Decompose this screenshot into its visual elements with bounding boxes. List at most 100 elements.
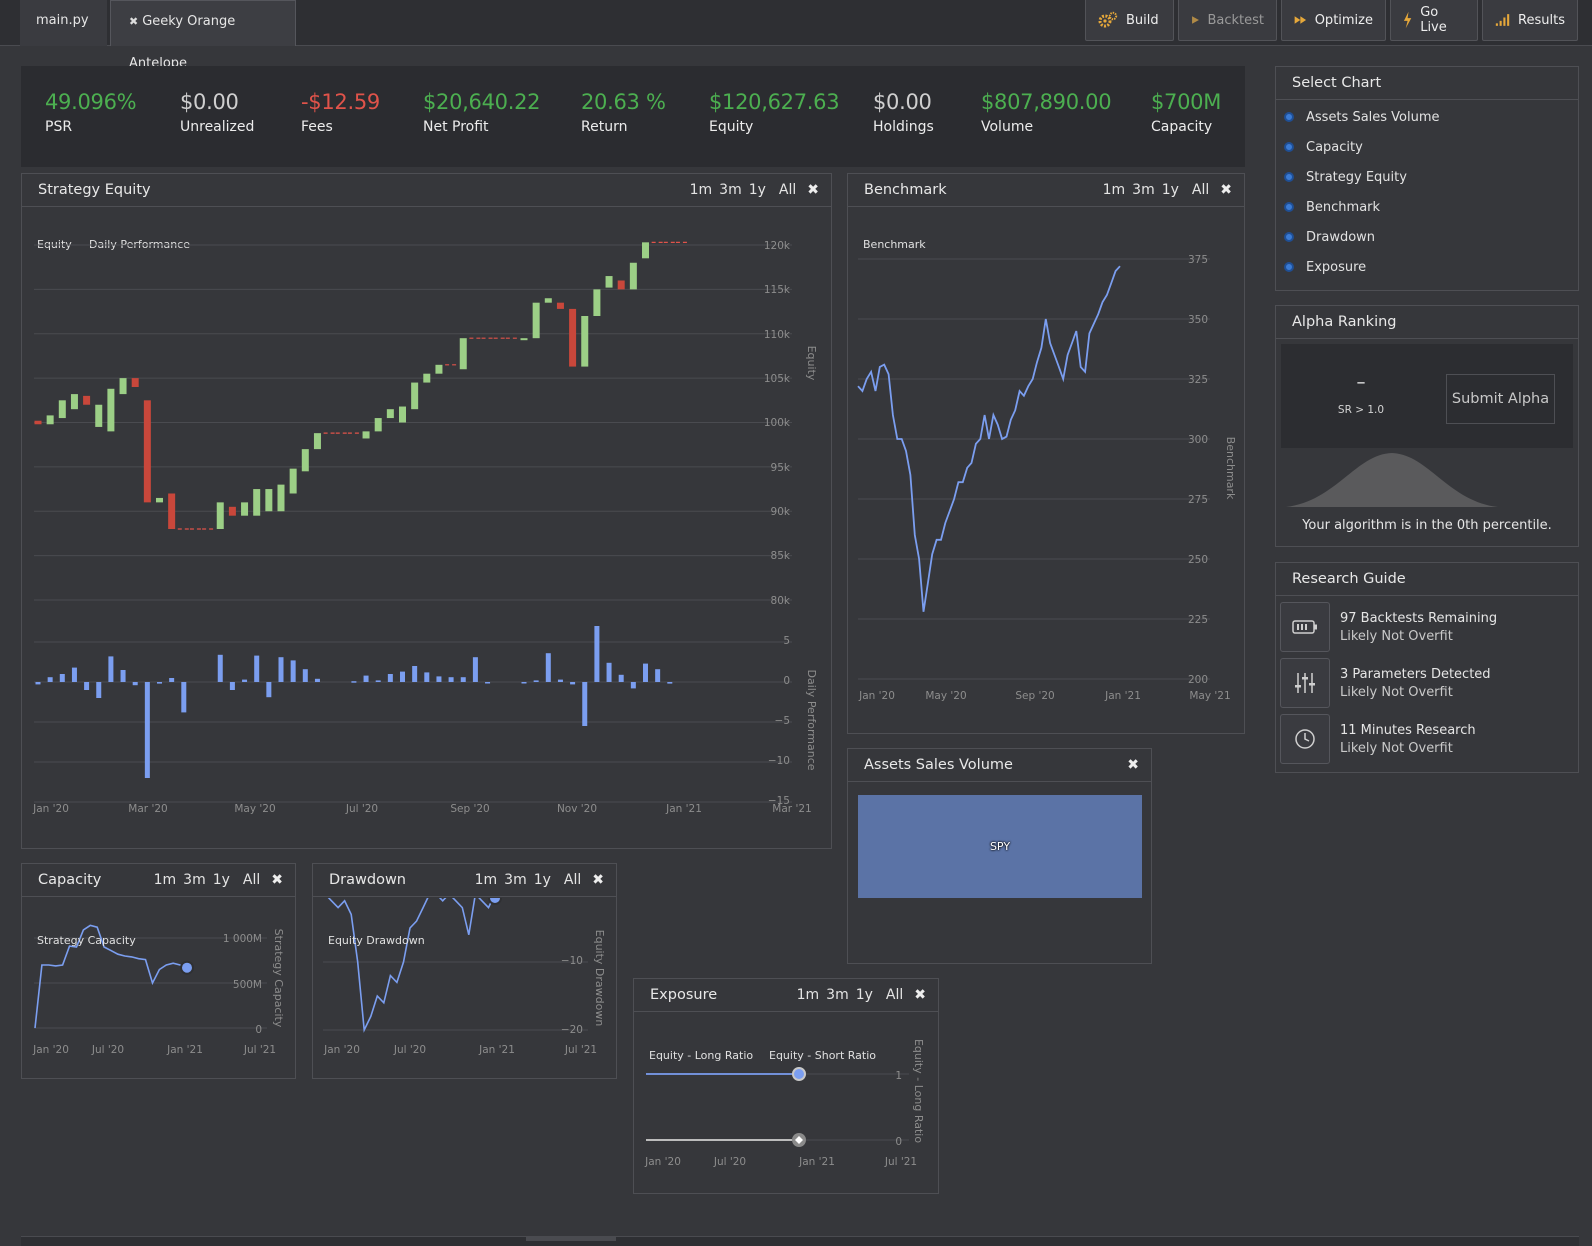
daily-performance-bar	[59, 674, 65, 682]
chart-option-assets-sales-volume[interactable]: Assets Sales Volume	[1276, 102, 1578, 132]
y2-tick: −5	[775, 715, 790, 727]
legend-equity-drawdown[interactable]: Equity Drawdown	[328, 934, 425, 947]
range-1y-button[interactable]: 1y	[855, 987, 874, 1003]
close-icon[interactable]: ✖	[807, 182, 819, 198]
build-label: Build	[1126, 12, 1159, 28]
submit-alpha-button[interactable]: Submit Alpha	[1446, 374, 1555, 424]
chart-option-drawdown[interactable]: Drawdown	[1276, 222, 1578, 252]
guide-main: 11 Minutes Research	[1340, 722, 1476, 738]
y-tick: 275	[1188, 494, 1208, 506]
range-1m-button[interactable]: 1m	[153, 872, 178, 888]
range-3m-button[interactable]: 3m	[182, 872, 207, 888]
equity-candle	[58, 400, 66, 419]
stat-label: Fees	[301, 119, 333, 135]
daily-performance-bar	[242, 679, 248, 682]
y-tick: 200	[1188, 674, 1208, 686]
close-icon[interactable]: ✖	[592, 872, 604, 888]
panel-header: Capacity 1m 3m 1y All ✖	[22, 864, 295, 897]
y-axis-label: Equity	[805, 346, 818, 381]
tab-main-py[interactable]: main.py	[20, 0, 107, 46]
chart-option-label: Benchmark	[1306, 199, 1381, 215]
chart-option-strategy-equity[interactable]: Strategy Equity	[1276, 162, 1578, 192]
capacity-end-marker[interactable]	[180, 960, 194, 975]
range-1m-button[interactable]: 1m	[689, 182, 714, 198]
x-tick: Jan '21	[478, 1044, 515, 1056]
daily-performance-bar	[169, 678, 175, 682]
equity-candle	[107, 388, 115, 432]
range-1m-button[interactable]: 1m	[796, 987, 821, 1003]
y-tick: 1	[895, 1070, 902, 1082]
spy-volume-block[interactable]: SPY	[858, 795, 1142, 898]
y-tick: 95k	[771, 462, 791, 474]
build-button[interactable]: Build	[1085, 0, 1174, 41]
chart-option-benchmark[interactable]: Benchmark	[1276, 192, 1578, 222]
chart-option-label: Strategy Equity	[1306, 169, 1407, 185]
chart-option-exposure[interactable]: Exposure	[1276, 252, 1578, 282]
close-icon[interactable]: ✖	[914, 987, 926, 1003]
stat-volume: $807,890.00 Volume	[981, 90, 1112, 135]
legend-long-ratio[interactable]: Equity - Long Ratio	[649, 1049, 753, 1062]
equity-candle	[544, 298, 552, 303]
radio-icon	[1284, 262, 1294, 272]
range-3m-button[interactable]: 3m	[718, 182, 743, 198]
range-1m-button[interactable]: 1m	[474, 872, 499, 888]
assets-sales-volume-panel: Assets Sales Volume ✖ SPY	[847, 748, 1152, 964]
drawdown-chart: Equity Drawdown −10 −20 Equity Drawdown …	[323, 898, 606, 1056]
tab-project[interactable]: ✖ Geeky Orange Antelope	[110, 0, 296, 71]
range-all-button[interactable]: All	[885, 987, 904, 1003]
x-tick: Jul '20	[345, 803, 378, 815]
daily-performance-bar	[448, 677, 454, 682]
drawdown-end-marker[interactable]	[488, 898, 502, 905]
long-ratio-end-marker[interactable]	[792, 1067, 806, 1081]
panel-header: Assets Sales Volume ✖	[848, 749, 1151, 782]
range-1y-button[interactable]: 1y	[748, 182, 767, 198]
close-icon[interactable]: ✖	[129, 15, 138, 28]
scrollbar-thumb[interactable]	[526, 1237, 616, 1241]
stat-value: $20,640.22	[423, 90, 541, 114]
chart-list: Assets Sales Volume Capacity Strategy Eq…	[1276, 100, 1578, 282]
close-icon[interactable]: ✖	[1127, 757, 1139, 773]
legend-strategy-capacity[interactable]: Strategy Capacity	[37, 934, 136, 947]
panel-title: Strategy Equity	[38, 182, 151, 198]
range-buttons: 1m 3m 1y All	[153, 872, 262, 888]
equity-candle	[228, 506, 236, 516]
stat-label: Capacity	[1151, 119, 1213, 135]
legend-benchmark[interactable]: Benchmark	[863, 238, 926, 251]
daily-performance-bar	[290, 660, 296, 682]
range-3m-button[interactable]: 3m	[503, 872, 528, 888]
y-tick: 85k	[771, 550, 791, 562]
close-icon[interactable]: ✖	[271, 872, 283, 888]
range-3m-button[interactable]: 3m	[1131, 182, 1156, 198]
range-all-button[interactable]: All	[1191, 182, 1210, 198]
equity-candle	[374, 418, 382, 432]
results-button[interactable]: Results	[1482, 0, 1578, 41]
x-tick: Jul '21	[243, 1044, 276, 1056]
range-1m-button[interactable]: 1m	[1102, 182, 1127, 198]
daily-performance-bar	[302, 669, 308, 682]
play-icon	[1192, 16, 1199, 24]
optimize-button[interactable]: Optimize	[1281, 0, 1386, 41]
range-1y-button[interactable]: 1y	[212, 872, 231, 888]
equity-candle	[277, 484, 285, 512]
range-1y-button[interactable]: 1y	[533, 872, 552, 888]
y-tick: 105k	[764, 373, 791, 385]
close-icon[interactable]: ✖	[1220, 182, 1232, 198]
daily-performance-bar	[254, 655, 260, 682]
short-ratio-end-marker[interactable]	[792, 1133, 806, 1147]
chart-option-capacity[interactable]: Capacity	[1276, 132, 1578, 162]
range-all-button[interactable]: All	[563, 872, 582, 888]
equity-candle	[629, 262, 637, 290]
stat-value: $120,627.63	[709, 90, 840, 114]
go-live-button[interactable]: Go Live	[1390, 0, 1478, 41]
equity-candle	[83, 395, 91, 405]
battery-icon	[1280, 602, 1330, 652]
x-tick: Jan '21	[798, 1156, 835, 1168]
range-1y-button[interactable]: 1y	[1161, 182, 1180, 198]
backtest-button[interactable]: Backtest	[1178, 0, 1277, 41]
range-all-button[interactable]: All	[778, 182, 797, 198]
range-3m-button[interactable]: 3m	[825, 987, 850, 1003]
legend-short-ratio[interactable]: Equity - Short Ratio	[769, 1049, 876, 1062]
range-all-button[interactable]: All	[242, 872, 261, 888]
equity-candle	[289, 468, 297, 494]
y2-tick: −10	[768, 755, 790, 767]
